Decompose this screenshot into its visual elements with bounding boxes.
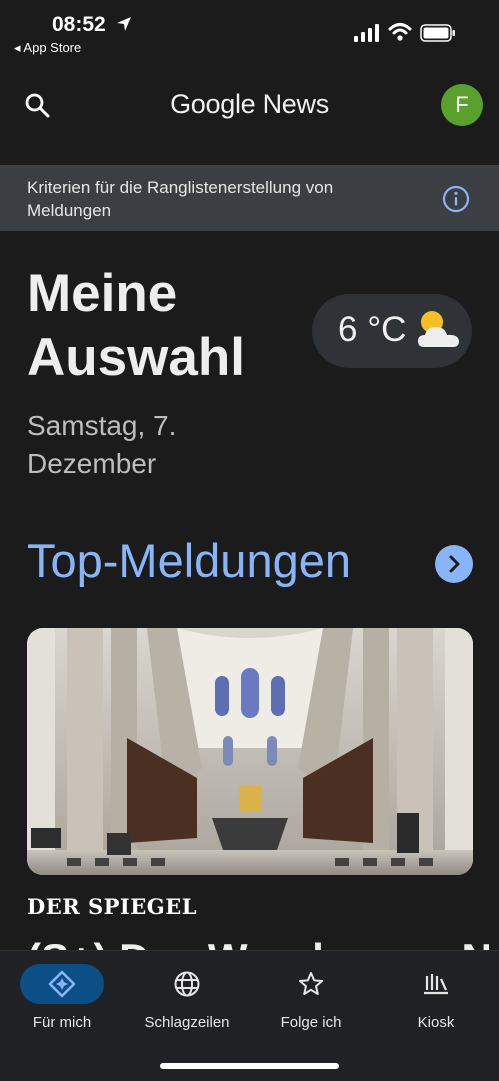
nav-following[interactable]: Folge ich <box>249 964 373 1031</box>
nav-newsstand[interactable]: Kiosk <box>374 964 498 1031</box>
google-news-logo: Google News <box>170 89 329 119</box>
page-title: Meine Auswahl <box>27 264 245 387</box>
location-arrow-icon <box>117 17 131 31</box>
newsstand-icon <box>424 974 448 995</box>
temperature: 6 °C <box>338 310 407 349</box>
info-icon[interactable] <box>442 185 470 213</box>
article-image[interactable] <box>27 628 473 875</box>
partly-cloudy-icon <box>418 311 459 347</box>
nav-for-you[interactable]: Für mich <box>0 964 124 1031</box>
nav-newsstand-label: Kiosk <box>417 1014 455 1031</box>
avatar[interactable]: F <box>441 84 483 126</box>
top-stories-more-button[interactable] <box>435 545 473 583</box>
date-label: Samstag, 7. Dezember <box>27 410 177 479</box>
back-to-app-store[interactable]: ◂ App Store <box>14 40 81 56</box>
chevron-right-icon <box>449 555 460 573</box>
nav-headlines[interactable]: Schlagzeilen <box>125 964 249 1031</box>
banner-text: Kriterien für die Ranglistenerstellung v… <box>27 178 334 220</box>
nav-following-label: Folge ich <box>280 1014 342 1031</box>
home-indicator[interactable] <box>160 1063 339 1069</box>
star-icon <box>299 972 323 995</box>
nav-for-you-label: Für mich <box>32 1014 92 1031</box>
wifi-icon <box>388 23 412 41</box>
battery-icon <box>420 24 455 42</box>
status-time: 08:52 <box>52 13 106 36</box>
globe-icon <box>174 971 200 997</box>
cellular-signal-icon <box>354 24 379 42</box>
for-you-icon <box>48 970 76 998</box>
nav-headlines-label: Schlagzeilen <box>144 1014 230 1031</box>
article-source: DER SPIEGEL <box>27 894 197 919</box>
top-stories-title[interactable]: Top-Meldungen <box>27 533 351 588</box>
